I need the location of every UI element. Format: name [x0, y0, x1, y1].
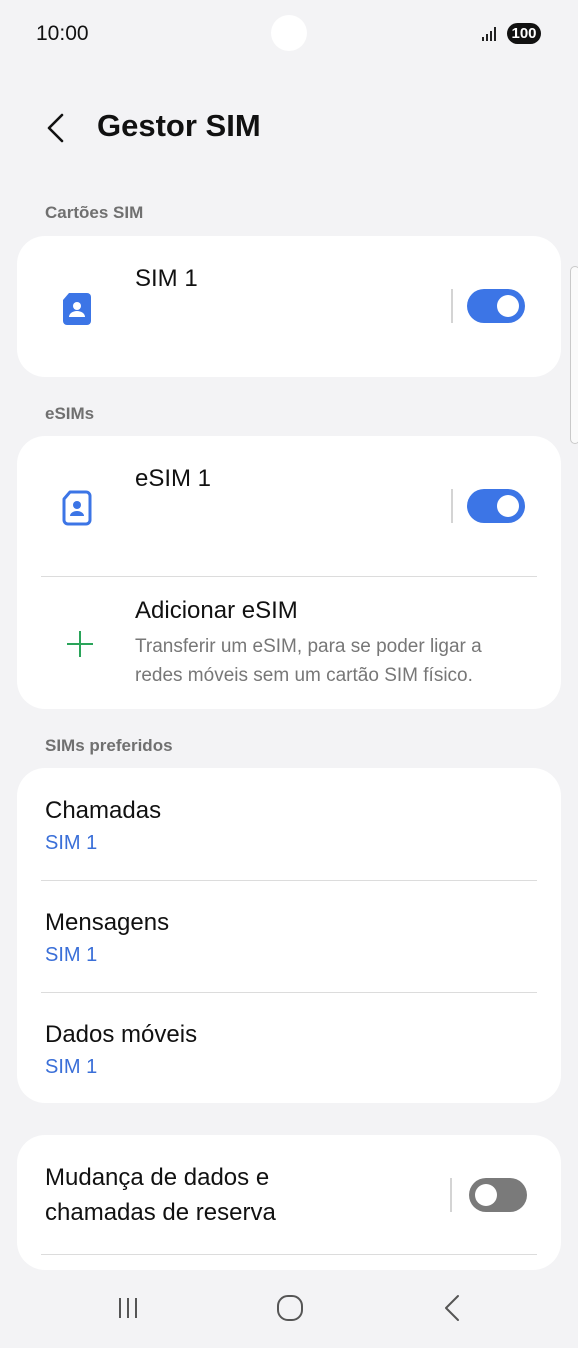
- status-time: 10:00: [36, 22, 89, 45]
- section-label-preferred: SIMs preferidos: [45, 736, 173, 755]
- mobile-data-label: Dados móveis: [45, 1021, 198, 1048]
- back-arrow-icon: [47, 113, 64, 143]
- mobile-data-value: SIM 1: [45, 1056, 98, 1078]
- sim1-name: SIM 1: [135, 265, 198, 292]
- preferred-row-messages[interactable]: Mensagens SIM 1: [17, 881, 561, 992]
- esim1-name: eSIM 1: [135, 465, 212, 492]
- sim1-toggle[interactable]: [467, 289, 525, 323]
- back-button[interactable]: [36, 108, 76, 148]
- add-esim-row[interactable]: Adicionar eSIM Transferir um eSIM, para …: [17, 577, 561, 709]
- messages-label: Mensagens: [45, 909, 170, 936]
- preferred-row-calls[interactable]: Chamadas SIM 1: [17, 768, 561, 880]
- esim-icon: [62, 490, 92, 526]
- add-esim-description-line2: redes móveis sem um cartão SIM físico.: [135, 665, 473, 686]
- sim1-row[interactable]: SIM 1: [17, 236, 447, 377]
- battery-indicator: 100: [507, 23, 541, 44]
- scrollbar[interactable]: [570, 266, 578, 444]
- toggle-separator: [451, 489, 453, 523]
- section-label-sim-cards: Cartões SIM: [45, 203, 144, 222]
- signal-icon: [482, 27, 496, 41]
- backup-row[interactable]: Mudança de dados e chamadas de reserva: [17, 1135, 447, 1253]
- preferred-card: Chamadas SIM 1 Mensagens SIM 1 Dados móv…: [17, 768, 561, 1103]
- nav-back-button[interactable]: [422, 1286, 482, 1330]
- toggle-separator: [450, 1178, 452, 1212]
- calls-value: SIM 1: [45, 832, 98, 854]
- preferred-row-mobile-data[interactable]: Dados móveis SIM 1: [17, 993, 561, 1103]
- home-icon: [277, 1295, 303, 1321]
- sim-cards-card: SIM 1: [17, 236, 561, 377]
- esim1-toggle[interactable]: [467, 489, 525, 523]
- divider: [41, 1254, 537, 1255]
- esims-card: eSIM 1 Adicionar eSIM Transferir um eSIM…: [17, 436, 561, 709]
- backup-toggle[interactable]: [469, 1178, 527, 1212]
- sim-card-icon: [63, 293, 91, 325]
- status-bar: 10:00 100: [0, 0, 578, 70]
- recents-button[interactable]: [98, 1286, 158, 1330]
- section-label-esims: eSIMs: [45, 404, 95, 423]
- backup-card: Mudança de dados e chamadas de reserva: [17, 1135, 561, 1270]
- toggle-separator: [451, 289, 453, 323]
- recents-icon: [119, 1298, 137, 1318]
- home-button[interactable]: [260, 1286, 320, 1330]
- backup-label-line2: chamadas de reserva: [45, 1199, 276, 1226]
- add-esim-description-line1: Transferir um eSIM, para se poder ligar …: [135, 636, 482, 657]
- backup-label-line1: Mudança de dados e: [45, 1164, 270, 1191]
- esim1-row[interactable]: eSIM 1: [17, 436, 447, 576]
- nav-back-icon: [445, 1295, 459, 1321]
- add-esim-title: Adicionar eSIM: [135, 597, 298, 624]
- messages-value: SIM 1: [45, 944, 98, 966]
- app-header: Gestor SIM: [0, 100, 578, 156]
- calls-label: Chamadas: [45, 797, 162, 824]
- page-title: Gestor SIM: [97, 108, 261, 143]
- navigation-bar: [0, 1270, 578, 1348]
- camera-cutout: [271, 15, 307, 51]
- plus-icon: [67, 631, 93, 657]
